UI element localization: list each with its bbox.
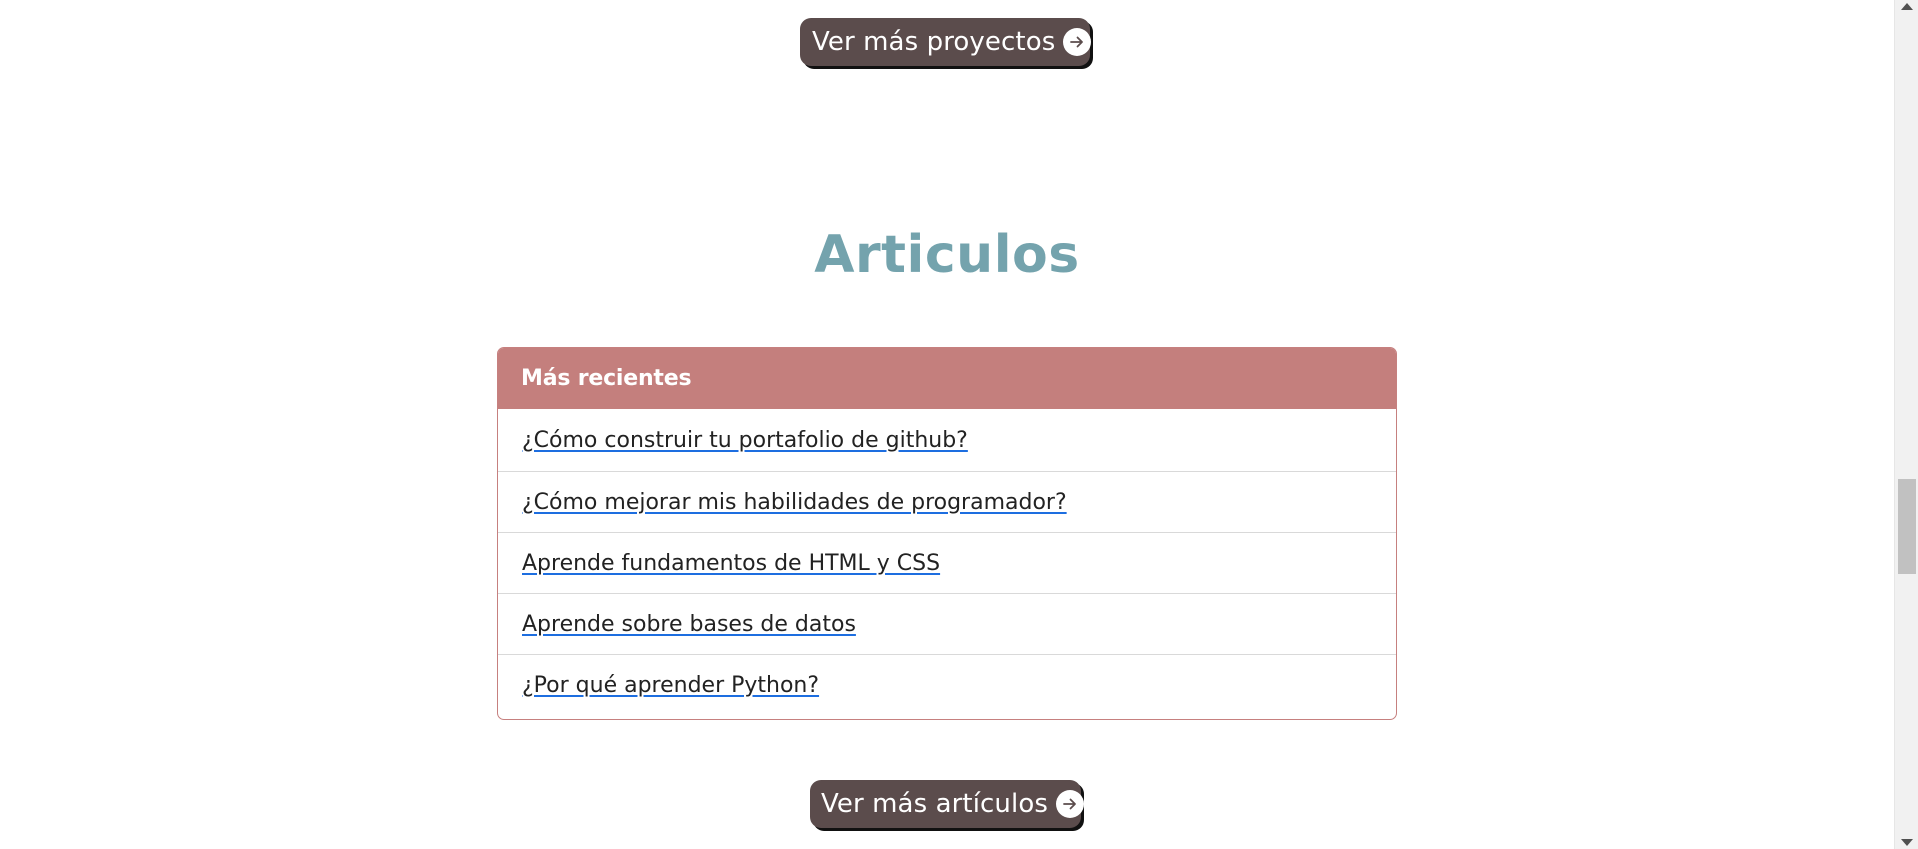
see-more-articles-button[interactable]: Ver más artículos	[810, 780, 1084, 828]
list-item: ¿Cómo construir tu portafolio de github?	[498, 409, 1396, 471]
article-link[interactable]: Aprende fundamentos de HTML y CSS	[522, 551, 940, 576]
scroll-up-arrow-icon[interactable]	[1901, 3, 1913, 10]
page: Ver más proyectos Articulos Más reciente…	[0, 0, 1918, 849]
see-more-projects-button[interactable]: Ver más proyectos	[800, 18, 1092, 66]
main-content: Ver más proyectos Articulos Más reciente…	[0, 0, 1894, 849]
article-link[interactable]: Aprende sobre bases de datos	[522, 612, 856, 637]
recent-articles-card: Más recientes ¿Cómo construir tu portafo…	[497, 347, 1397, 720]
scrollbar-thumb[interactable]	[1898, 479, 1916, 574]
list-item: ¿Por qué aprender Python?	[498, 654, 1396, 715]
vertical-scrollbar[interactable]	[1894, 0, 1918, 849]
articles-section-title: Articulos	[814, 225, 1080, 285]
scroll-down-arrow-icon[interactable]	[1901, 839, 1913, 846]
see-more-projects-label: Ver más proyectos	[812, 27, 1056, 57]
arrow-right-circle-icon	[1063, 28, 1092, 56]
article-link[interactable]: ¿Cómo construir tu portafolio de github?	[522, 428, 968, 453]
articles-list: ¿Cómo construir tu portafolio de github?…	[498, 409, 1396, 715]
see-more-articles-label: Ver más artículos	[821, 789, 1048, 819]
card-header: Más recientes	[498, 348, 1396, 409]
arrow-right-circle-icon	[1055, 790, 1084, 818]
list-item: Aprende fundamentos de HTML y CSS	[498, 532, 1396, 593]
article-link[interactable]: ¿Por qué aprender Python?	[522, 673, 819, 698]
article-link[interactable]: ¿Cómo mejorar mis habilidades de program…	[522, 490, 1067, 515]
list-item: ¿Cómo mejorar mis habilidades de program…	[498, 471, 1396, 532]
list-item: Aprende sobre bases de datos	[498, 593, 1396, 654]
